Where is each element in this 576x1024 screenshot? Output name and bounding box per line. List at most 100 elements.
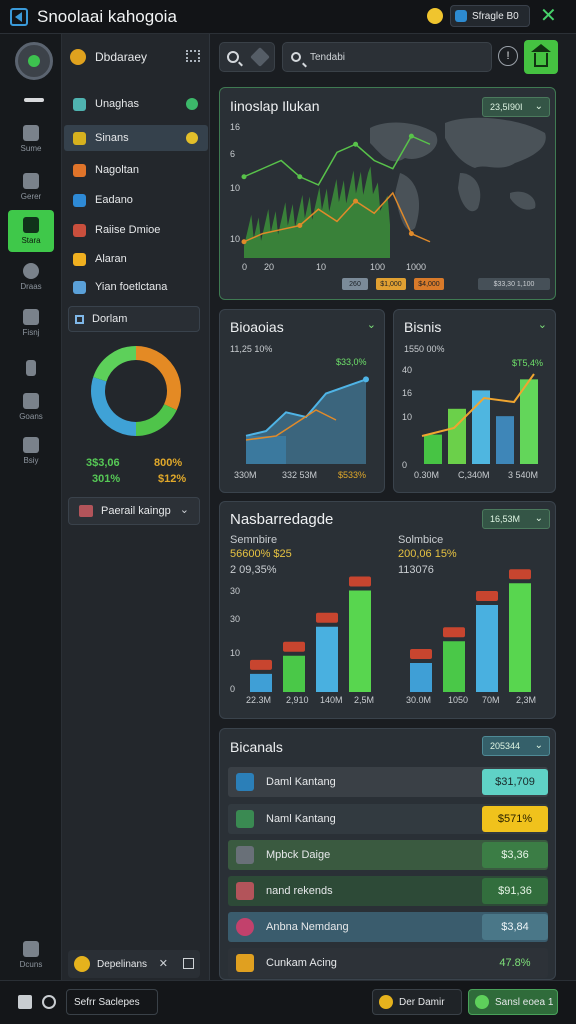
search-input[interactable]: Tendabi <box>282 42 492 72</box>
value-tag <box>476 591 498 601</box>
rail-item-docs[interactable]: Fisnj <box>8 302 54 344</box>
square-icon <box>75 314 84 324</box>
x-tick: 2,3M <box>516 695 537 705</box>
target-icon <box>236 918 254 936</box>
nav-item-label: Unaghas <box>95 98 140 110</box>
main-chart-card: Iinoslap Ilukan 23,5I90I ⌄ 16 6 10 10 0 2… <box>219 87 556 300</box>
donut-chart <box>91 346 181 436</box>
list-item[interactable]: Daml Kantang $31,709 <box>228 767 548 797</box>
nav-item-2[interactable]: Sinans <box>64 125 208 151</box>
rail-item-drafts[interactable]: Draas <box>8 256 54 298</box>
search-icon[interactable] <box>227 51 239 63</box>
rail-item-files[interactable]: Gerer <box>8 166 54 208</box>
legend-chip: 260 <box>342 278 368 290</box>
legend-chip: $33,30 1,100 <box>478 278 550 290</box>
rail-item-goals[interactable]: Goans <box>8 386 54 428</box>
list-item[interactable]: Naml Kantang $571% <box>228 804 548 834</box>
settings-icon[interactable] <box>42 995 56 1009</box>
panel-tab[interactable]: Dorlam <box>68 306 200 332</box>
donut-slice <box>135 346 181 411</box>
value-tag <box>250 659 272 670</box>
nav-badge-icon <box>186 98 198 110</box>
value-tag <box>443 627 465 638</box>
calendar-icon <box>79 505 93 517</box>
data-point <box>353 141 359 147</box>
nav-item-4[interactable]: Eadano <box>64 187 208 213</box>
rail-item-stats[interactable]: Stara <box>8 210 54 252</box>
icon-rail: Sume Gerer Stara Draas Fisnj Goans Bsiy … <box>0 34 62 980</box>
status-chip[interactable]: Sfragle B0 <box>450 5 530 27</box>
panel-tab-label: Dorlam <box>92 313 128 325</box>
puzzle-icon[interactable] <box>250 47 270 67</box>
cloud-icon <box>23 393 39 409</box>
nav-item-5[interactable]: Raiise Dmioe <box>64 217 208 243</box>
row-label: Mpbck Daige <box>266 849 331 861</box>
x-tick: 2,910 <box>286 695 309 705</box>
rail-item-docs-bottom[interactable]: Dcuns <box>8 934 54 976</box>
list-item[interactable]: Anbna Nemdang $3,84 <box>228 912 548 942</box>
bar-mark <box>410 663 432 692</box>
rail-item-home[interactable]: Sume <box>8 118 54 160</box>
settings-label[interactable]: Sefrr Saclepes <box>66 989 158 1015</box>
list-item[interactable]: Mpbck Daige $3,36 <box>228 840 548 870</box>
x-tick: 2,5M <box>354 695 375 705</box>
search-icon <box>291 52 301 62</box>
rail-item-busy[interactable]: Bsiy <box>8 430 54 472</box>
bar-mark <box>250 673 272 692</box>
chart-icon <box>236 773 254 791</box>
app-logo-icon <box>10 7 28 26</box>
nav-item-6[interactable]: Alaran <box>64 246 208 272</box>
bar-mark <box>448 408 466 464</box>
panel-footer[interactable]: Depelinans ✕ <box>68 950 200 978</box>
panel-footer-label: Depelinans <box>97 958 148 970</box>
arrow-icon <box>236 810 254 828</box>
x-tick: 0 <box>242 262 248 272</box>
grid-icon[interactable] <box>186 50 200 62</box>
nav-badge-icon <box>186 132 198 144</box>
send-button[interactable]: Sansl eoea 1 <box>468 989 558 1015</box>
data-point <box>408 133 414 139</box>
avatar[interactable] <box>15 42 53 80</box>
card-pill[interactable]: 205344 ⌄ <box>482 736 550 756</box>
list-item[interactable]: Cunkam Acing 47.8% <box>228 948 548 978</box>
rail-item-tools[interactable] <box>8 348 54 390</box>
bar-mark <box>349 590 371 692</box>
rail-item-label: Sume <box>20 144 42 153</box>
x-tick: 30.0M <box>406 695 432 705</box>
data-point <box>297 174 303 180</box>
row-label: Naml Kantang <box>266 813 336 825</box>
x-tick: 10 <box>316 262 327 272</box>
data-point <box>363 376 369 383</box>
dropdown-value: Paerail kaingp <box>101 505 171 517</box>
nasbarredagde-card: Nasbarredagde 16,53M ⌄ Semnbire 56600% $2… <box>219 501 556 719</box>
close-icon[interactable]: ✕ <box>159 957 168 970</box>
smiley-icon[interactable] <box>427 8 443 24</box>
rail-item-label: Gerer <box>20 192 42 201</box>
maximize-icon[interactable] <box>183 958 194 969</box>
list-item[interactable]: nand rekends $91,36 <box>228 876 548 906</box>
home-button[interactable] <box>524 40 558 74</box>
close-icon[interactable]: ✕ <box>540 5 557 27</box>
x-tick: 3 540M <box>508 470 539 480</box>
nav-icon <box>73 252 86 266</box>
nav-item-label: Raiise Dmioe <box>95 224 161 236</box>
nav-item-label: Nagoltan <box>95 164 140 176</box>
menu-dash-icon[interactable] <box>24 98 44 102</box>
nav-item-7[interactable]: Yian foetlctana <box>64 274 208 300</box>
nav-item-1[interactable]: Unaghas <box>64 91 208 117</box>
donut-slice <box>91 377 137 436</box>
x-tick: 0.30M <box>414 470 440 480</box>
bar-mark <box>443 641 465 692</box>
bar-mark <box>316 626 338 692</box>
rail-item-label: Draas <box>20 282 42 291</box>
pill-label: 205344 <box>490 741 521 751</box>
period-dropdown[interactable]: Paerail kaingp ⌄ <box>68 497 200 525</box>
bar-mark <box>509 583 531 692</box>
nav-item-label: Sinans <box>95 132 129 144</box>
user-button[interactable]: Der Damir <box>372 989 462 1015</box>
save-icon[interactable] <box>18 995 32 1009</box>
app-title: Snoolaai kahogoia <box>37 6 177 26</box>
nav-item-3[interactable]: Nagoltan <box>64 157 208 183</box>
info-icon[interactable]: ! <box>498 46 518 66</box>
search-tools[interactable] <box>219 42 275 72</box>
